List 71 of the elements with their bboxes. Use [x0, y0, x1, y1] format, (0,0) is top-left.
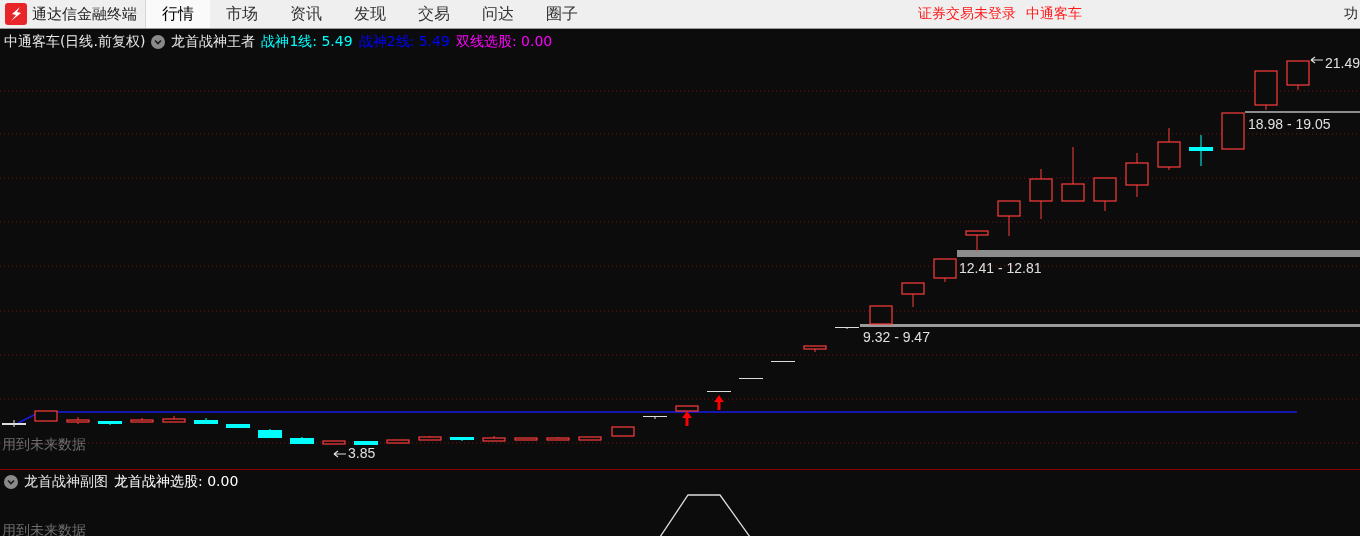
- price-label: 12.41 - 12.81: [959, 261, 1042, 276]
- candlestick: [901, 282, 925, 308]
- price-label: 18.98 - 19.05: [1248, 117, 1331, 132]
- chevron-down-icon: [4, 475, 18, 489]
- candlestick: [739, 377, 763, 380]
- menu-tab[interactable]: 问达: [466, 0, 530, 28]
- menu-tab[interactable]: 市场: [210, 0, 274, 28]
- indicator-name: 龙首战神王者: [171, 33, 256, 51]
- app-logo-icon: [5, 3, 27, 25]
- warning-text: 用到未来数据: [2, 436, 86, 454]
- price-label: 21.49: [1325, 56, 1360, 71]
- candlestick: [386, 439, 410, 444]
- candlestick: [1093, 177, 1117, 212]
- menu-tab[interactable]: 圈子: [530, 0, 594, 28]
- candlestick: [997, 200, 1021, 237]
- candlestick: [322, 440, 346, 445]
- indicator-reading: 双线选股: 0.00: [455, 33, 553, 51]
- chart-title: 中通客车(日线.前复权): [4, 33, 146, 51]
- candlestick: [1189, 134, 1213, 167]
- candlestick: [98, 420, 122, 426]
- menu-tab[interactable]: 发现: [338, 0, 402, 28]
- candlestick: [482, 435, 506, 442]
- candlestick: [1061, 146, 1085, 202]
- candlestick: [546, 436, 570, 441]
- candlestick: [1221, 112, 1245, 150]
- indicator-reading: 战神2线: 5.49: [358, 33, 450, 51]
- candlestick: [643, 415, 667, 420]
- app-title: 通达信金融终端: [32, 4, 137, 24]
- candlestick: [1125, 152, 1149, 198]
- candlestick: [869, 305, 893, 325]
- menu-tab[interactable]: 行情: [146, 0, 210, 28]
- indicator-name: 龙首战神副图: [24, 473, 108, 491]
- up-arrow-icon: [682, 411, 692, 426]
- candlestick: [1157, 127, 1181, 171]
- indicator-reading: 战神1线: 5.49: [261, 33, 353, 51]
- candlestick: [1254, 70, 1278, 111]
- candlestick: [162, 415, 186, 423]
- candlestick: [418, 435, 442, 441]
- candlestick: [450, 436, 474, 442]
- candlestick: [578, 436, 602, 441]
- candlestick: [675, 405, 699, 412]
- candlestick: [130, 417, 154, 423]
- indicator-reading: 龙首战神选股: 0.00: [114, 473, 239, 491]
- menu-tab[interactable]: 资讯: [274, 0, 338, 28]
- menu-tab[interactable]: 交易: [402, 0, 466, 28]
- price-label: 9.32 - 9.47: [863, 330, 930, 345]
- candlestick: [2, 419, 26, 428]
- candlestick: [1029, 168, 1053, 220]
- candlestick: [194, 417, 218, 424]
- candlestick: [226, 423, 250, 429]
- up-arrow-icon: [714, 395, 724, 410]
- left-arrow-icon: [1310, 56, 1324, 64]
- chevron-down-icon: [151, 35, 166, 49]
- candlestick: [803, 345, 827, 353]
- candlestick: [1286, 60, 1310, 91]
- candlestick: [290, 436, 314, 444]
- left-arrow-icon: [333, 449, 347, 458]
- status-text: 证券交易未登录: [918, 4, 1016, 23]
- candlestick: [258, 428, 282, 438]
- status-text: 中通客车: [1026, 4, 1082, 23]
- candlestick: [514, 437, 538, 441]
- candlestick: [354, 440, 378, 445]
- candlestick: [771, 360, 795, 363]
- candlestick: [835, 326, 859, 330]
- candlestick: [933, 258, 957, 283]
- candlestick: [965, 230, 989, 252]
- menu-item[interactable]: 功: [1344, 0, 1360, 28]
- candlestick: [707, 390, 731, 393]
- price-label: 3.85: [348, 446, 376, 461]
- candlestick: [34, 410, 58, 422]
- candlestick: [611, 426, 635, 437]
